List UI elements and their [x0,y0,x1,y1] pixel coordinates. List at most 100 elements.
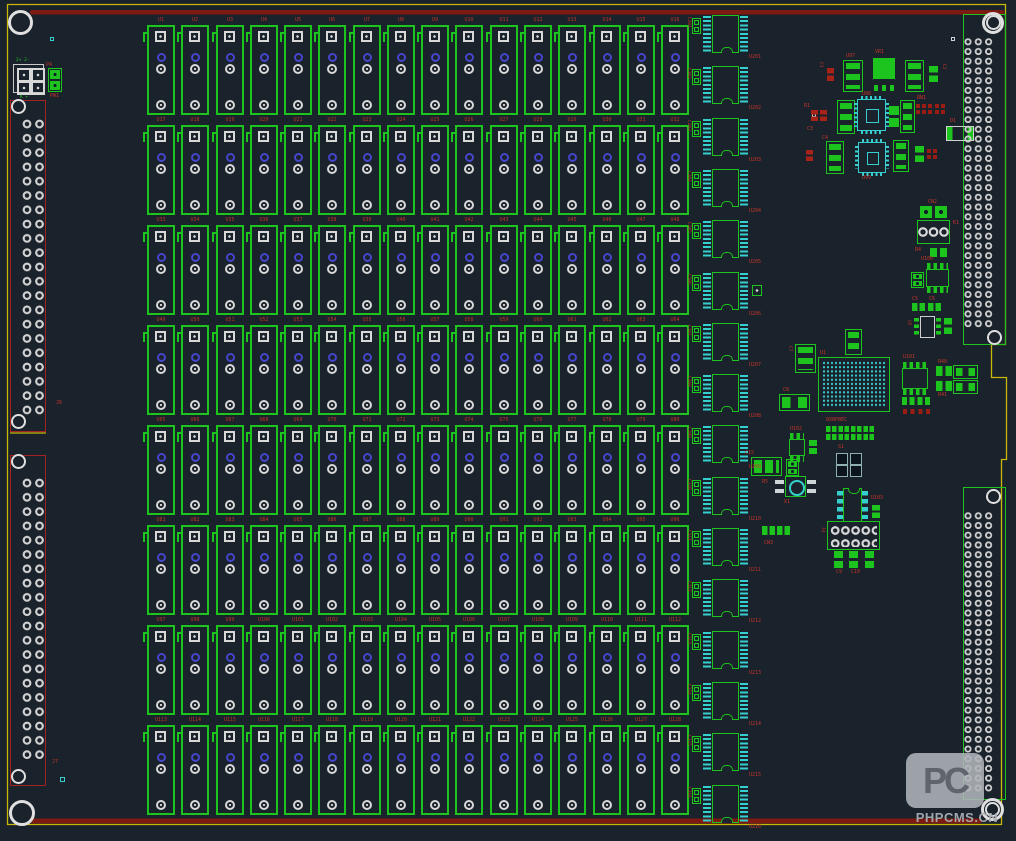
relay-footprint[interactable] [627,125,655,215]
relay-footprint[interactable] [387,725,415,815]
relay-footprint[interactable] [661,525,689,615]
relay-footprint[interactable] [627,325,655,415]
relay-footprint[interactable] [181,525,209,615]
capacitor-footprint[interactable] [692,531,701,547]
relay-footprint[interactable] [524,725,552,815]
smd-component[interactable] [914,316,941,338]
smd-component[interactable] [865,551,874,568]
capacitor-footprint[interactable] [692,326,701,342]
relay-footprint[interactable] [558,725,586,815]
relay-footprint[interactable] [284,325,312,415]
ic-footprint[interactable] [703,220,748,258]
capacitor-footprint[interactable] [692,223,701,239]
smd-component[interactable] [893,140,909,172]
capacitor-footprint[interactable] [692,428,701,444]
relay-footprint[interactable] [421,225,449,315]
ic-footprint[interactable] [703,66,748,104]
ic-footprint[interactable] [703,682,748,720]
relay-footprint[interactable] [284,525,312,615]
relay-footprint[interactable] [147,25,175,115]
smd-component[interactable] [900,100,915,133]
ic-footprint[interactable] [703,425,748,463]
smd-component[interactable] [925,263,950,293]
relay-footprint[interactable] [524,325,552,415]
relay-footprint[interactable] [216,25,244,115]
relay-footprint[interactable] [524,425,552,515]
capacitor-footprint[interactable] [692,634,701,650]
bga-footprint[interactable] [818,357,890,412]
smd-component[interactable] [820,110,827,121]
smd-component[interactable] [953,380,978,394]
smd-component[interactable] [788,433,806,462]
relay-footprint[interactable] [353,325,381,415]
smd-component[interactable] [944,318,952,334]
smd-component[interactable] [779,394,810,411]
relay-footprint[interactable] [524,25,552,115]
relay-footprint[interactable] [284,725,312,815]
smd-component[interactable] [929,66,938,82]
relay-footprint[interactable] [181,125,209,215]
relay-footprint[interactable] [147,125,175,215]
smd-component[interactable] [902,397,932,414]
relay-footprint[interactable] [147,325,175,415]
smd-component[interactable] [843,60,863,92]
smd-component[interactable] [916,103,932,114]
relay-footprint[interactable] [421,625,449,715]
smd-component[interactable] [858,142,886,173]
relay-footprint[interactable] [455,425,483,515]
smd-component[interactable] [806,150,813,161]
relay-footprint[interactable] [318,325,346,415]
relay-footprint[interactable] [455,625,483,715]
ic-footprint[interactable] [703,785,748,823]
smd-component[interactable] [872,505,880,518]
relay-footprint[interactable] [216,225,244,315]
relay-footprint[interactable] [147,725,175,815]
relay-footprint[interactable] [318,225,346,315]
relay-footprint[interactable] [661,325,689,415]
relay-footprint[interactable] [318,525,346,615]
relay-footprint[interactable] [661,425,689,515]
relay-footprint[interactable] [421,325,449,415]
relay-footprint[interactable] [593,425,621,515]
relay-footprint[interactable] [216,325,244,415]
smd-component[interactable] [912,303,925,311]
relay-footprint[interactable] [593,325,621,415]
smd-component[interactable] [50,37,54,41]
capacitor-footprint[interactable] [692,121,701,137]
smd-component[interactable] [795,344,816,373]
relay-footprint[interactable] [181,625,209,715]
relay-footprint[interactable] [421,425,449,515]
relay-footprint[interactable] [250,225,278,315]
relay-footprint[interactable] [593,525,621,615]
relay-footprint[interactable] [318,125,346,215]
relay-footprint[interactable] [524,625,552,715]
smd-component[interactable] [917,206,950,244]
smd-component[interactable] [845,329,862,355]
relay-footprint[interactable] [250,425,278,515]
relay-footprint[interactable] [524,525,552,615]
relay-footprint[interactable] [455,325,483,415]
relay-footprint[interactable] [284,425,312,515]
ic-footprint[interactable] [703,477,748,515]
smd-component[interactable] [826,425,876,440]
relay-footprint[interactable] [490,625,518,715]
relay-footprint[interactable] [593,725,621,815]
relay-footprint[interactable] [353,425,381,515]
relay-footprint[interactable] [661,225,689,315]
relay-footprint[interactable] [250,625,278,715]
smd-component[interactable] [827,521,880,550]
capacitor-footprint[interactable] [692,685,701,701]
smd-component[interactable] [811,110,818,121]
capacitor-footprint[interactable] [692,788,701,804]
smd-component[interactable] [752,285,762,296]
capacitor-footprint[interactable] [692,275,701,291]
smd-component[interactable] [832,450,864,478]
relay-footprint[interactable] [387,225,415,315]
smd-component[interactable] [953,365,978,379]
smd-component[interactable] [777,526,790,535]
relay-footprint[interactable] [593,625,621,715]
relay-footprint[interactable] [387,25,415,115]
relay-footprint[interactable] [490,525,518,615]
smd-component[interactable] [928,303,941,311]
relay-footprint[interactable] [353,25,381,115]
